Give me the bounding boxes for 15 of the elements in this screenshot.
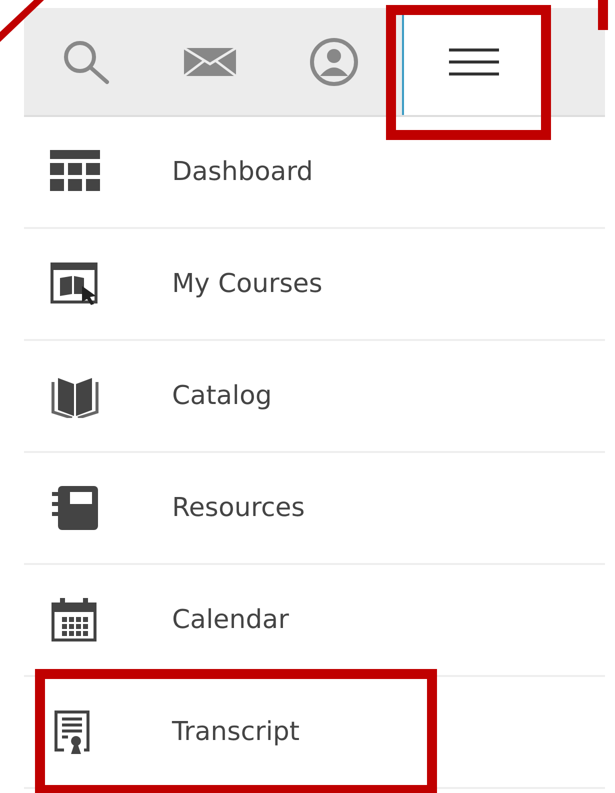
menu-item[interactable]: Calendar <box>172 605 289 635</box>
user-icon <box>309 36 359 86</box>
notebook-icon <box>50 486 100 530</box>
menu-item[interactable]: Dashboard <box>172 157 314 187</box>
envelope-icon <box>184 48 236 76</box>
menu-item[interactable]: Catalog <box>172 381 272 411</box>
menu-item[interactable]: Resources <box>172 493 305 523</box>
menu-icon <box>448 48 498 76</box>
grid-icon <box>50 150 100 194</box>
menu-item[interactable]: Transcript <box>172 717 300 747</box>
book-screen-icon <box>50 262 100 306</box>
highlight-frame <box>598 0 608 30</box>
search-icon <box>61 38 111 84</box>
annotation-line <box>0 0 44 42</box>
menu-item[interactable]: My Courses <box>172 269 322 299</box>
